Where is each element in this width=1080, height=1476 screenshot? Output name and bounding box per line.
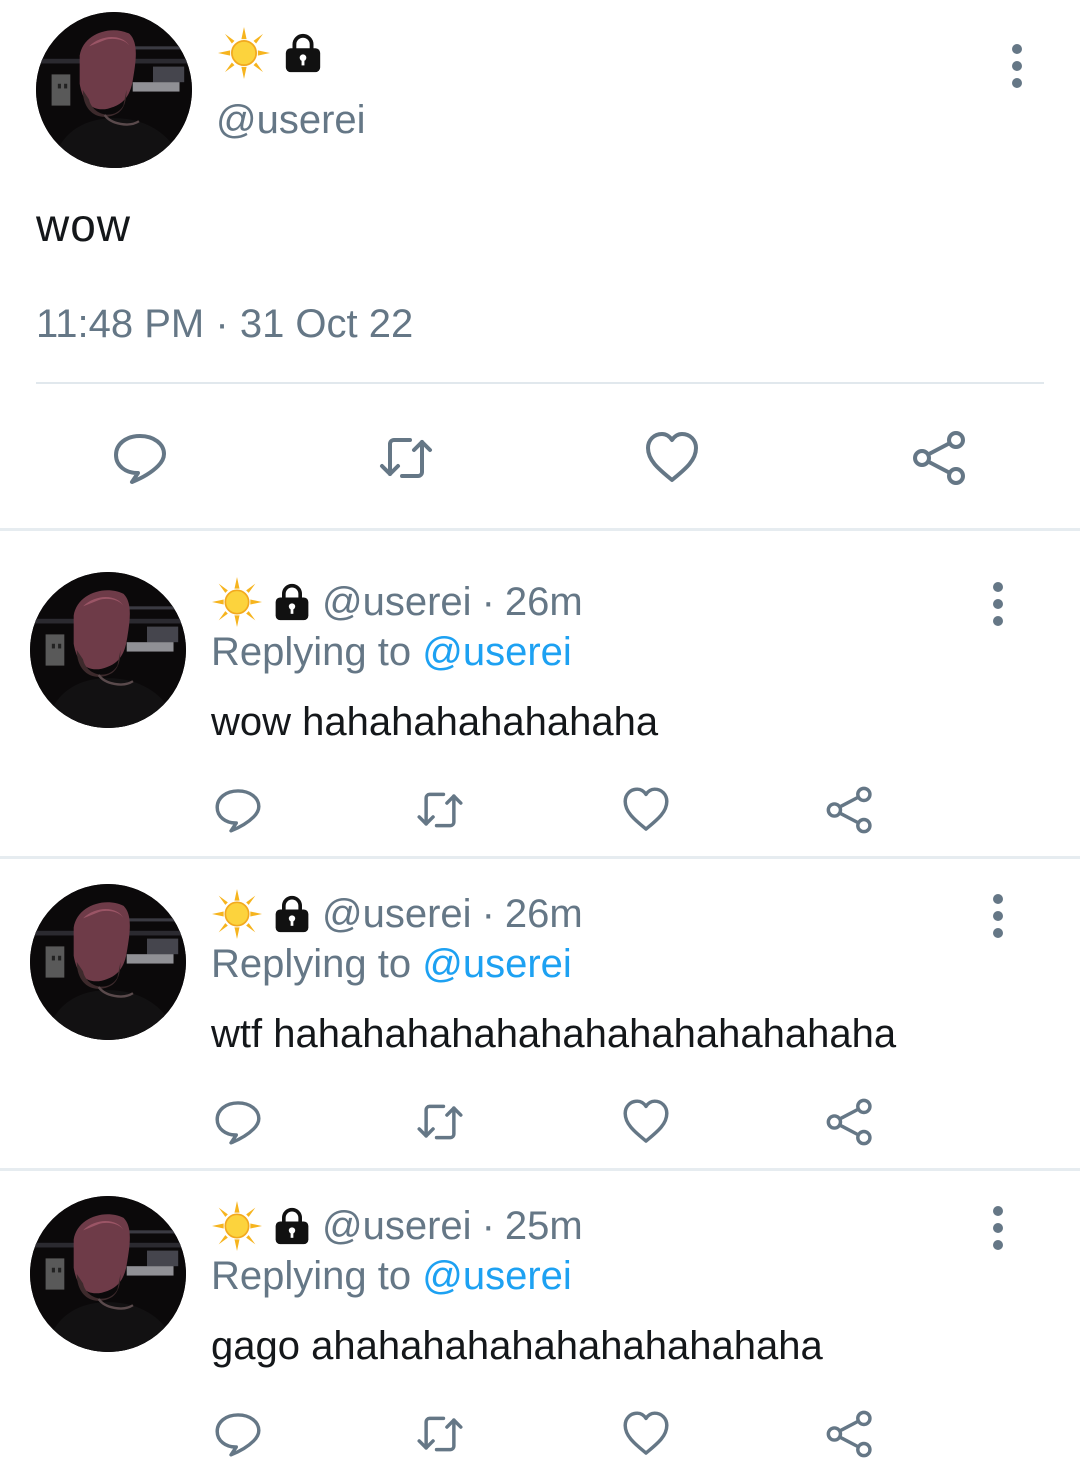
retweet-icon[interactable] [414,1408,466,1460]
sun-icon [212,1201,262,1251]
reply-text: gago ahahahahahahahahahahaha [211,1324,823,1368]
reply-header: @userei · 25m [212,1200,583,1252]
tweet-date[interactable]: 31 Oct 22 [240,302,413,346]
lock-icon [272,894,312,934]
reply-bubble-icon[interactable] [212,1096,264,1148]
tweet-timestamp: 11:48 PM · 31 Oct 22 [36,302,413,347]
more-vertical-icon[interactable] [992,582,1004,633]
replying-label: Replying to [211,1254,412,1298]
reply-header: @userei · 26m [212,576,583,628]
section-divider [0,1168,1080,1171]
lock-icon [272,1206,312,1246]
replying-label: Replying to [211,630,412,674]
sun-icon [218,27,270,79]
reply-bubble-icon[interactable] [110,428,170,488]
lock-icon [282,32,324,74]
avatar-image [36,12,192,168]
avatar-image [30,572,186,728]
heart-icon[interactable] [642,428,702,488]
reply-avatar[interactable] [30,572,186,728]
reply-bubble-icon[interactable] [212,784,264,836]
reply-header: @userei · 26m [212,888,583,940]
meta-separator: · [481,579,495,624]
main-avatar[interactable] [36,12,192,168]
tweet-time: 11:48 PM [36,302,205,346]
reply-handle[interactable]: @userei [322,580,472,625]
replying-to: Replying to @userei [211,630,572,675]
replying-label: Replying to [211,942,412,986]
retweet-icon[interactable] [376,428,436,488]
retweet-icon[interactable] [414,1096,466,1148]
more-vertical-icon[interactable] [1011,44,1023,95]
share-icon[interactable] [824,1408,876,1460]
heart-icon[interactable] [620,784,672,836]
share-icon[interactable] [910,428,970,488]
sun-icon [212,577,262,627]
replying-mention-link[interactable]: @userei [422,630,572,674]
section-divider [0,856,1080,859]
tweet-text: wow [36,199,132,251]
reply-text: wow hahahahahahahaha [211,700,659,744]
reply-age: 26m [504,579,583,624]
lock-icon [272,582,312,622]
reply-bubble-icon[interactable] [212,1408,264,1460]
share-icon[interactable] [824,784,876,836]
replying-to: Replying to @userei [211,942,572,987]
reply-age: 26m [504,891,583,936]
divider [36,382,1044,384]
main-handle[interactable]: @userei [216,98,366,143]
replying-to: Replying to @userei [211,1254,572,1299]
sun-icon [212,889,262,939]
retweet-icon[interactable] [414,784,466,836]
reply-avatar[interactable] [30,1196,186,1352]
section-divider [0,528,1080,531]
avatar-image [30,884,186,1040]
meta-separator: · [481,1203,495,1248]
replying-mention-link[interactable]: @userei [422,942,572,986]
reply-avatar[interactable] [30,884,186,1040]
replying-mention-link[interactable]: @userei [422,1254,572,1298]
more-vertical-icon[interactable] [992,1206,1004,1257]
heart-icon[interactable] [620,1096,672,1148]
reply-text: wtf hahahahahahahahahahahahahaha [211,1012,897,1056]
reply-handle[interactable]: @userei [322,1204,472,1249]
heart-icon[interactable] [620,1408,672,1460]
meta-separator: · [215,302,229,346]
reply-handle[interactable]: @userei [322,892,472,937]
reply-age: 25m [504,1203,583,1248]
meta-separator: · [481,891,495,936]
more-vertical-icon[interactable] [992,894,1004,945]
main-display-name[interactable] [218,28,324,78]
avatar-image [30,1196,186,1352]
share-icon[interactable] [824,1096,876,1148]
